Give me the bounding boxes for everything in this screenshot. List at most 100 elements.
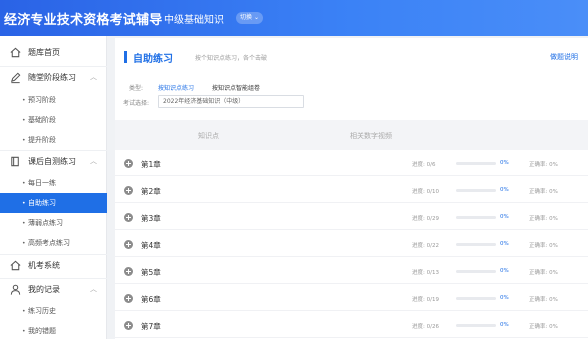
sidebar: 题库首页 随堂阶段练习 ︿ • 预习阶段 • 基础阶段 • 提升阶段 课后自测练… (0, 36, 107, 339)
sidebar-subitem-label: 每日一练 (28, 179, 56, 187)
progress-percent: 0% (500, 160, 509, 166)
sidebar-subitem-self-practice[interactable]: • 自助练习 (0, 193, 107, 213)
chevron-up-icon[interactable]: ︿ (90, 284, 97, 294)
sidebar-item-home[interactable]: 题库首页 (0, 42, 107, 64)
type-option-smart-paper[interactable]: 按知识点智能组卷 (212, 83, 260, 92)
sidebar-item-label: 题库首页 (28, 48, 60, 57)
chevron-up-icon[interactable]: ︿ (90, 156, 97, 166)
progress-bar (456, 270, 496, 273)
table-row[interactable]: 第5章 进度: 0/13 0% 正确率: 0% (115, 259, 588, 284)
sidebar-item-stage-practice[interactable]: 随堂阶段练习 ︿ (0, 67, 107, 89)
table-row[interactable]: 第2章 进度: 0/10 0% 正确率: 0% (115, 178, 588, 203)
progress-percent: 0% (500, 268, 509, 274)
chapter-name: 第6章 (141, 295, 161, 304)
expand-plus-icon[interactable] (124, 186, 133, 195)
sidebar-subitem-label: 提升阶段 (28, 136, 56, 144)
sidebar-item-label: 机考系统 (28, 261, 60, 270)
sidebar-subitem-label: 薄弱点练习 (28, 219, 63, 227)
sidebar-subitem-basic[interactable]: • 基础阶段 (0, 110, 107, 130)
progress-text: 进度: 0/10 (412, 189, 439, 195)
exam-select[interactable]: 2022年经济基础知识（中级） (158, 95, 304, 108)
sidebar-subitem-label: 预习阶段 (28, 96, 56, 104)
pen-icon (10, 72, 21, 84)
current-level: 中级基础知识 (164, 15, 224, 26)
progress-bar (456, 297, 496, 300)
sidebar-subitem-label: 我的错题 (28, 327, 56, 335)
main-panel: 自助练习 按个知识点练习，各个击破 做题说明 类型: 按知识点练习 按知识点智能… (115, 38, 588, 339)
switch-level-button[interactable]: 切换 ⌄ (236, 12, 264, 24)
chevron-up-icon[interactable]: ︿ (90, 72, 97, 82)
exam-select-label: 考试选择: (123, 100, 150, 107)
chapter-name: 第4章 (141, 241, 161, 250)
progress-percent: 0% (500, 322, 509, 328)
help-link[interactable]: 做题说明 (550, 52, 578, 62)
expand-plus-icon[interactable] (124, 159, 133, 168)
title-accent-bar (124, 51, 127, 63)
type-option-knowledge[interactable]: 按知识点练习 (158, 83, 194, 92)
chapter-name: 第3章 (141, 214, 161, 223)
column-header-video: 相关数字视频 (350, 132, 392, 140)
progress-text: 进度: 0/6 (412, 162, 436, 168)
sidebar-subitem-label: 练习历史 (28, 307, 56, 315)
chapter-name: 第5章 (141, 268, 161, 277)
sidebar-subitem-high-frequency[interactable]: • 高频考点练习 (0, 233, 107, 253)
progress-text: 进度: 0/19 (412, 297, 439, 303)
accuracy-text: 正确率: 0% (529, 162, 558, 168)
progress-text: 进度: 0/29 (412, 216, 439, 222)
home-icon (10, 47, 21, 58)
accuracy-text: 正确率: 0% (529, 189, 558, 195)
chapter-name: 第7章 (141, 322, 161, 331)
page-title: 自助练习 (133, 54, 173, 65)
bullet-icon: • (22, 200, 26, 207)
progress-percent: 0% (500, 295, 509, 301)
progress-bar (456, 216, 496, 219)
expand-plus-icon[interactable] (124, 267, 133, 276)
table-row[interactable]: 第3章 进度: 0/29 0% 正确率: 0% (115, 205, 588, 230)
table-row[interactable]: 第7章 进度: 0/26 0% 正确率: 0% (115, 313, 588, 338)
sidebar-subitem-preview[interactable]: • 预习阶段 (0, 90, 107, 110)
sidebar-subitem-label: 高频考点练习 (28, 239, 70, 247)
progress-text: 进度: 0/26 (412, 324, 439, 330)
expand-plus-icon[interactable] (124, 321, 133, 330)
progress-percent: 0% (500, 187, 509, 193)
sidebar-item-exam-system[interactable]: 机考系统 (0, 255, 107, 277)
table-row[interactable]: 第6章 进度: 0/19 0% 正确率: 0% (115, 286, 588, 311)
accuracy-text: 正确率: 0% (529, 297, 558, 303)
sidebar-item-my-records[interactable]: 我的记录 ︿ (0, 279, 107, 301)
bullet-icon: • (22, 240, 26, 247)
sidebar-subitem-history[interactable]: • 练习历史 (0, 301, 107, 321)
accuracy-text: 正确率: 0% (529, 243, 558, 249)
sidebar-item-label: 我的记录 (28, 285, 60, 294)
sidebar-item-label: 课后自测练习 (28, 157, 76, 166)
table-row[interactable]: 第4章 进度: 0/22 0% 正确率: 0% (115, 232, 588, 257)
chapter-name: 第2章 (141, 187, 161, 196)
sidebar-subitem-wrong-questions[interactable]: • 我的错题 (0, 321, 107, 339)
switch-label: 切换 (240, 14, 253, 21)
book-icon (11, 156, 19, 167)
progress-bar (456, 324, 496, 327)
expand-plus-icon[interactable] (124, 213, 133, 222)
sidebar-subitem-weak-points[interactable]: • 薄弱点练习 (0, 213, 107, 233)
sidebar-subitem-advanced[interactable]: • 提升阶段 (0, 130, 107, 150)
accuracy-text: 正确率: 0% (529, 324, 558, 330)
progress-bar (456, 162, 496, 165)
type-label: 类型: (129, 85, 144, 92)
sidebar-subitem-daily[interactable]: • 每日一练 (0, 173, 107, 193)
progress-bar (456, 189, 496, 192)
bullet-icon: • (22, 180, 26, 187)
page-subtitle: 按个知识点练习，各个击破 (195, 55, 268, 62)
expand-plus-icon[interactable] (124, 240, 133, 249)
top-header: 经济专业技术资格考试辅导 中级基础知识 切换 ⌄ (0, 0, 588, 36)
sidebar-subitem-label: 基础阶段 (28, 116, 56, 124)
progress-text: 进度: 0/13 (412, 270, 439, 276)
sidebar-item-self-test[interactable]: 课后自测练习 ︿ (0, 151, 107, 173)
column-header-knowledge: 知识点 (198, 132, 219, 140)
progress-percent: 0% (500, 214, 509, 220)
table-row[interactable]: 第1章 进度: 0/6 0% 正确率: 0% (115, 151, 588, 176)
bullet-icon: • (22, 220, 26, 227)
table-header: 知识点 相关数字视频 (115, 120, 588, 150)
site-title: 经济专业技术资格考试辅导 (4, 13, 163, 28)
bullet-icon: • (22, 117, 26, 124)
expand-plus-icon[interactable] (124, 294, 133, 303)
chapter-name: 第1章 (141, 160, 161, 169)
